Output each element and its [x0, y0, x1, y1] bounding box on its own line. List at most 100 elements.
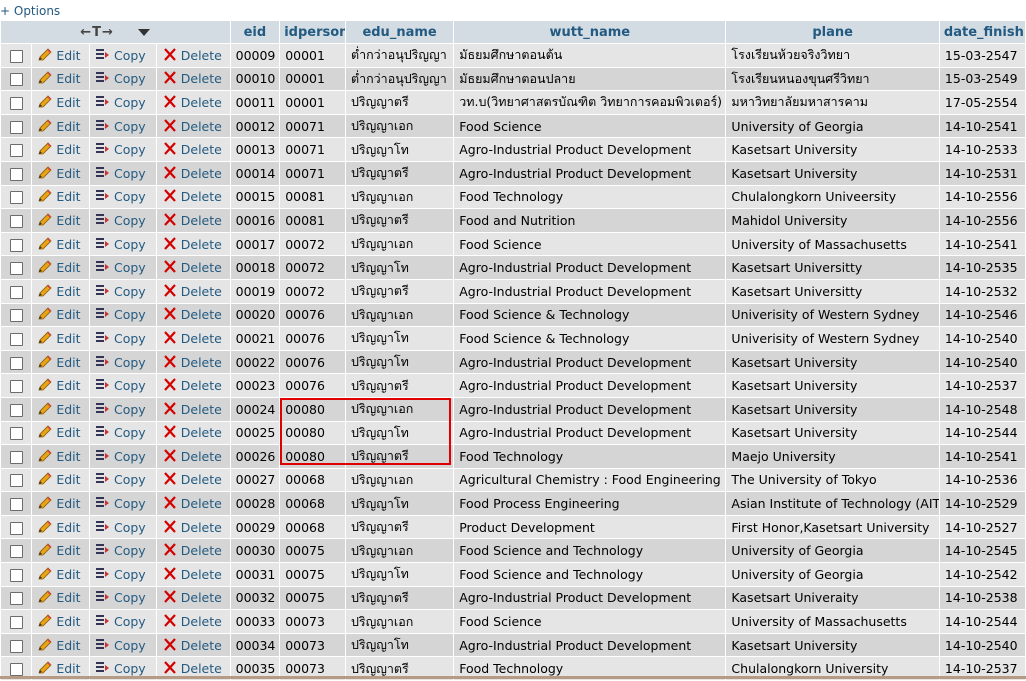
row-checkbox-cell[interactable]: [1, 563, 32, 586]
cell-edu-name[interactable]: ปริญญาเอก: [345, 185, 454, 209]
row-checkbox-cell[interactable]: [1, 44, 32, 67]
delete-action[interactable]: Delete: [156, 209, 230, 232]
row-checkbox-cell[interactable]: [1, 539, 32, 563]
cell-wutt-name[interactable]: Food Science & Technology: [454, 327, 726, 350]
cell-date-finish[interactable]: 14-10-2529: [939, 492, 1025, 515]
cell-edu-name[interactable]: ต่ำกว่าอนุปริญญา: [345, 67, 454, 91]
edit-link[interactable]: Edit: [56, 567, 80, 582]
delete-x-icon[interactable]: [162, 213, 178, 227]
cell-edu-name[interactable]: ปริญญาเอก: [345, 114, 454, 138]
row-checkbox-cell[interactable]: [1, 445, 32, 468]
row-checkbox[interactable]: [9, 498, 23, 512]
cell-eid[interactable]: 00013: [230, 138, 280, 161]
cell-idperson[interactable]: 00071: [280, 161, 345, 185]
copy-icon[interactable]: [95, 237, 111, 251]
delete-link[interactable]: Delete: [181, 142, 222, 157]
cell-eid[interactable]: 00014: [230, 161, 280, 185]
column-header-edu-name[interactable]: edu_name: [345, 21, 454, 43]
cell-plane[interactable]: Kasetsart University: [726, 397, 939, 421]
pencil-icon[interactable]: [37, 71, 53, 85]
row-checkbox-cell[interactable]: [1, 138, 32, 161]
cell-date-finish[interactable]: 14-10-2556: [939, 209, 1025, 232]
delete-x-icon[interactable]: [162, 425, 178, 439]
delete-action[interactable]: Delete: [156, 185, 230, 209]
cell-date-finish[interactable]: 14-10-2540: [939, 327, 1025, 350]
cell-edu-name[interactable]: ปริญญาตรี: [345, 374, 454, 397]
cell-edu-name[interactable]: ปริญญาตรี: [345, 445, 454, 468]
cell-plane[interactable]: โรงเรียนหนองขุนศรีวิทยา: [726, 67, 939, 91]
row-checkbox-cell[interactable]: [1, 114, 32, 138]
edit-link[interactable]: Edit: [56, 449, 80, 464]
column-header-wutt-name[interactable]: wutt_name: [454, 21, 726, 43]
delete-x-icon[interactable]: [162, 142, 178, 156]
cell-wutt-name[interactable]: Agricultural Chemistry : Food Engineerin…: [454, 468, 726, 492]
pencil-icon[interactable]: [37, 378, 53, 392]
copy-link[interactable]: Copy: [114, 48, 146, 63]
edit-link[interactable]: Edit: [56, 284, 80, 299]
cell-wutt-name[interactable]: Agro-Industrial Product Development: [454, 633, 726, 657]
cell-wutt-name[interactable]: Agro-Industrial Product Development: [454, 161, 726, 185]
row-checkbox-cell[interactable]: [1, 586, 32, 610]
cell-eid[interactable]: 00021: [230, 327, 280, 350]
row-checkbox-cell[interactable]: [1, 350, 32, 374]
copy-link[interactable]: Copy: [114, 402, 146, 417]
edit-action[interactable]: Edit: [32, 350, 89, 374]
cell-idperson[interactable]: 00068: [280, 515, 345, 539]
pencil-icon[interactable]: [37, 638, 53, 652]
cell-date-finish[interactable]: 14-10-2536: [939, 468, 1025, 492]
delete-x-icon[interactable]: [162, 237, 178, 251]
delete-link[interactable]: Delete: [181, 260, 222, 275]
delete-x-icon[interactable]: [162, 661, 178, 675]
copy-icon[interactable]: [95, 425, 111, 439]
pencil-icon[interactable]: [37, 142, 53, 156]
row-checkbox[interactable]: [9, 474, 23, 488]
copy-icon[interactable]: [95, 331, 111, 345]
copy-action[interactable]: Copy: [90, 279, 156, 303]
copy-link[interactable]: Copy: [114, 378, 146, 393]
edit-link[interactable]: Edit: [56, 48, 80, 63]
cell-edu-name[interactable]: ปริญญาโท: [345, 256, 454, 279]
delete-action[interactable]: Delete: [156, 492, 230, 515]
cell-date-finish[interactable]: 14-10-2527: [939, 515, 1025, 539]
cell-date-finish[interactable]: 14-10-2531: [939, 161, 1025, 185]
copy-link[interactable]: Copy: [114, 142, 146, 157]
copy-icon[interactable]: [95, 567, 111, 581]
delete-link[interactable]: Delete: [181, 71, 222, 86]
cell-idperson[interactable]: 00001: [280, 91, 345, 114]
cell-edu-name[interactable]: ปริญญาตรี: [345, 515, 454, 539]
cell-edu-name[interactable]: ปริญญาตรี: [345, 91, 454, 114]
cell-plane[interactable]: Asian Institute of Technology (AIT): [726, 492, 939, 515]
edit-action[interactable]: Edit: [32, 610, 89, 633]
cell-date-finish[interactable]: 14-10-2541: [939, 232, 1025, 256]
copy-link[interactable]: Copy: [114, 614, 146, 629]
pencil-icon[interactable]: [37, 166, 53, 180]
edit-action[interactable]: Edit: [32, 91, 89, 114]
row-checkbox-cell[interactable]: [1, 161, 32, 185]
row-checkbox[interactable]: [9, 592, 23, 606]
copy-action[interactable]: Copy: [90, 492, 156, 515]
cell-wutt-name[interactable]: Agro-Industrial Product Development: [454, 279, 726, 303]
delete-action[interactable]: Delete: [156, 610, 230, 633]
delete-link[interactable]: Delete: [181, 472, 222, 487]
pencil-icon[interactable]: [37, 425, 53, 439]
row-checkbox[interactable]: [9, 427, 23, 441]
cell-eid[interactable]: 00024: [230, 397, 280, 421]
copy-action[interactable]: Copy: [90, 421, 156, 445]
delete-link[interactable]: Delete: [181, 237, 222, 252]
cell-eid[interactable]: 00012: [230, 114, 280, 138]
cell-wutt-name[interactable]: Food Technology: [454, 445, 726, 468]
cell-idperson[interactable]: 00080: [280, 445, 345, 468]
cell-idperson[interactable]: 00075: [280, 586, 345, 610]
cell-plane[interactable]: University of Georgia: [726, 539, 939, 563]
copy-icon[interactable]: [95, 638, 111, 652]
delete-link[interactable]: Delete: [181, 543, 222, 558]
delete-action[interactable]: Delete: [156, 586, 230, 610]
delete-link[interactable]: Delete: [181, 213, 222, 228]
edit-action[interactable]: Edit: [32, 327, 89, 350]
delete-link[interactable]: Delete: [181, 95, 222, 110]
row-checkbox[interactable]: [9, 73, 23, 87]
copy-icon[interactable]: [95, 661, 111, 675]
copy-action[interactable]: Copy: [90, 91, 156, 114]
copy-link[interactable]: Copy: [114, 307, 146, 322]
edit-link[interactable]: Edit: [56, 425, 80, 440]
